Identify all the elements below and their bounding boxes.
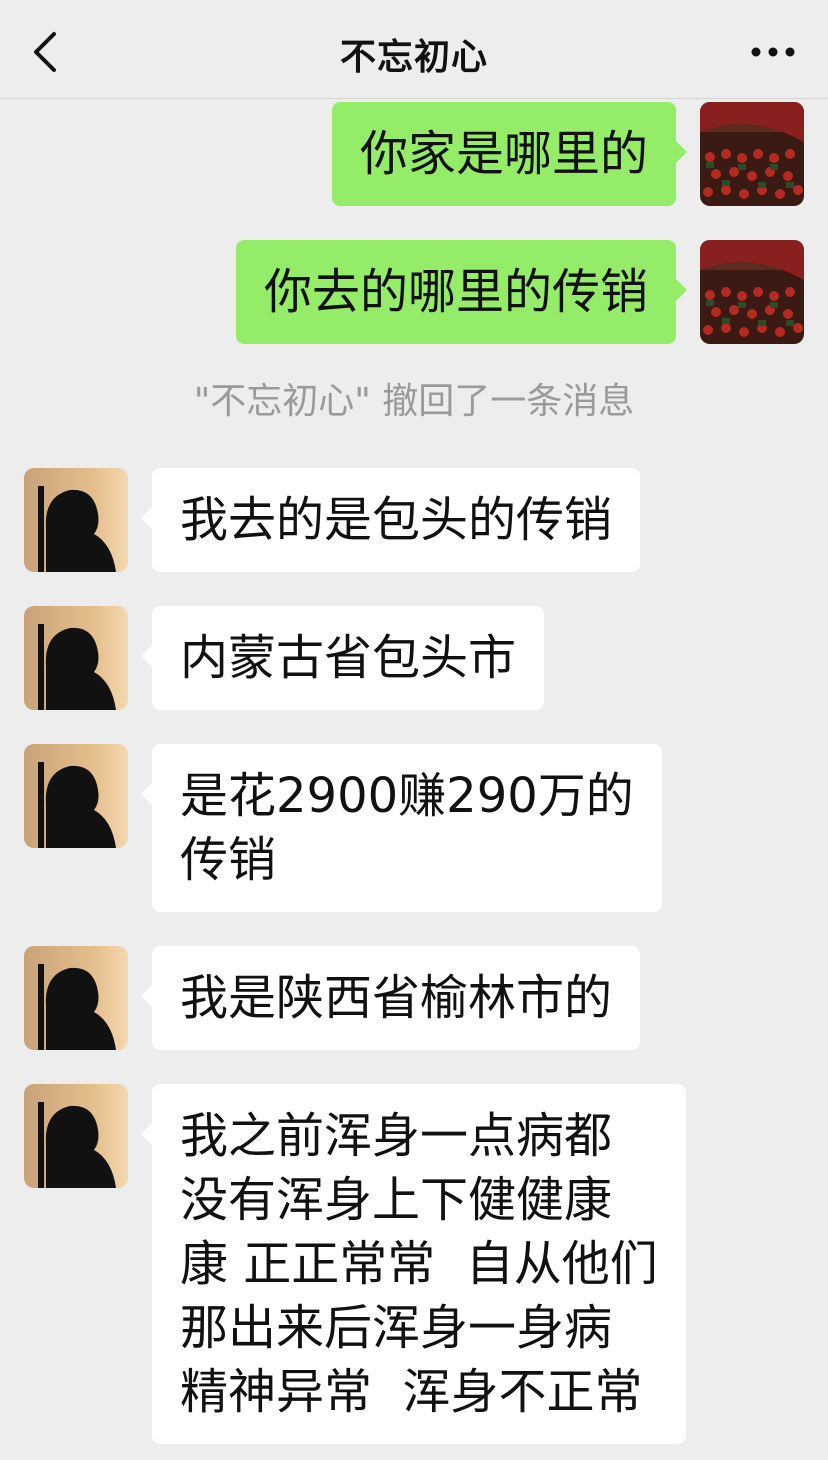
contact-message-bubble[interactable]: 我去的是包头的传销 bbox=[152, 468, 641, 572]
more-dots-icon bbox=[751, 47, 795, 57]
contact-avatar[interactable] bbox=[24, 1084, 128, 1188]
contact-message-bubble[interactable]: 我是陕西省榆林市的 bbox=[152, 946, 641, 1050]
bubble-tail bbox=[675, 140, 687, 164]
contact-avatar[interactable] bbox=[24, 744, 128, 848]
contact-message-bubble[interactable]: 内蒙古省包头市 bbox=[152, 606, 545, 710]
recall-notice: "不忘初心" 撤回了一条消息 bbox=[193, 381, 635, 422]
my-message-bubble[interactable]: 你家是哪里的 bbox=[331, 102, 676, 206]
more-button[interactable] bbox=[748, 30, 798, 74]
my-avatar[interactable] bbox=[700, 102, 804, 206]
chat-title: 不忘初心 bbox=[339, 37, 488, 78]
contact-avatar[interactable] bbox=[24, 946, 128, 1050]
my-message-bubble[interactable]: 你去的哪里的传销 bbox=[235, 240, 676, 344]
chat-header: 不忘初心 bbox=[0, 0, 828, 99]
my-avatar[interactable] bbox=[700, 240, 804, 344]
bubble-tail bbox=[675, 278, 687, 302]
contact-avatar[interactable] bbox=[24, 468, 128, 572]
contact-message-bubble[interactable]: 是花2900赚290万的 传销 bbox=[152, 744, 662, 912]
contact-avatar[interactable] bbox=[24, 606, 128, 710]
contact-message-bubble[interactable]: 我之前浑身一点病都 没有浑身上下健健康 康 正正常常 自从他们 那出来后浑身一身… bbox=[152, 1084, 686, 1444]
